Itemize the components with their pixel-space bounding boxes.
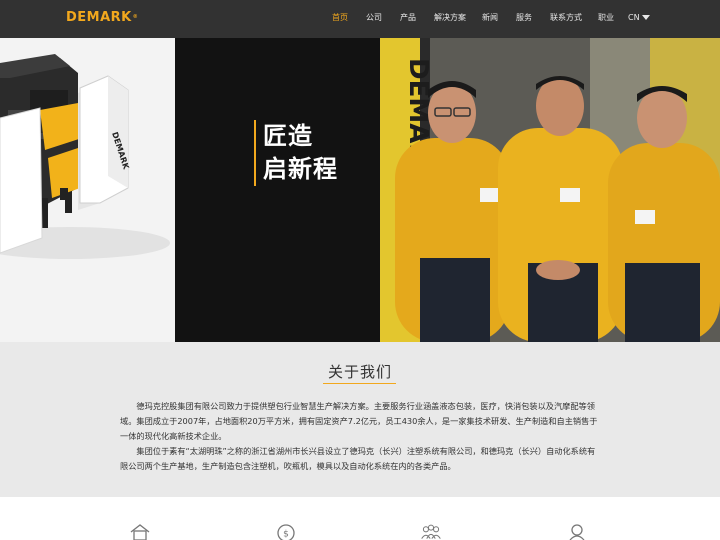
about-paragraph-1: 德玛克控股集团有限公司致力于提供塑包行业智慧生产解决方案。主要服务行业涵盖液态包… bbox=[120, 401, 598, 441]
user-icon[interactable] bbox=[566, 522, 588, 540]
nav-item-contact[interactable]: 联系方式 bbox=[550, 13, 582, 23]
nav-item-home[interactable]: 首页 bbox=[332, 13, 348, 23]
language-selector[interactable]: CN bbox=[628, 13, 640, 23]
headline-line-2: 启新程 bbox=[263, 155, 338, 183]
main-nav: 首页 公司 产品 解决方案 新闻 服务 联系方式 职业 CN bbox=[0, 0, 720, 38]
hero-headline: 匠造 启新程 bbox=[254, 120, 338, 186]
caret-down-icon[interactable] bbox=[642, 15, 650, 20]
about-title: 关于我们 bbox=[327, 363, 392, 381]
svg-text:$: $ bbox=[283, 530, 289, 540]
headline-line-1: 匠造 bbox=[263, 122, 313, 150]
nav-item-news[interactable]: 新闻 bbox=[482, 13, 498, 23]
machine-image: DEMARK bbox=[0, 38, 175, 342]
about-title-underline bbox=[323, 383, 396, 384]
home-icon[interactable] bbox=[129, 522, 151, 540]
hero-carousel[interactable]: DEMARK DEMARK 匠造 启新程 bbox=[0, 38, 720, 342]
nav-item-solutions[interactable]: 解决方案 bbox=[434, 13, 466, 23]
about-body: 德玛克控股集团有限公司致力于提供塑包行业智慧生产解决方案。主要服务行业涵盖液态包… bbox=[120, 399, 600, 474]
nav-item-service[interactable]: 服务 bbox=[516, 13, 532, 23]
top-navbar: DEMARK ® 首页 公司 产品 解决方案 新闻 服务 联系方式 职业 CN bbox=[0, 0, 720, 38]
hero-dark-panel bbox=[175, 38, 380, 342]
nav-item-company[interactable]: 公司 bbox=[366, 13, 382, 23]
about-paragraph-2: 集团位于素有“太湖明珠”之称的浙江省湖州市长兴县设立了德玛克（长兴）注塑系统有限… bbox=[120, 446, 596, 471]
injection-machine-illustration: DEMARK bbox=[0, 38, 175, 342]
team-photo-illustration: DEMARK bbox=[380, 38, 720, 342]
team-icon[interactable] bbox=[420, 522, 442, 540]
team-photo: DEMARK bbox=[380, 38, 720, 342]
dollar-coin-icon[interactable]: $ bbox=[275, 522, 297, 540]
nav-item-products[interactable]: 产品 bbox=[400, 13, 416, 23]
nav-item-careers[interactable]: 职业 bbox=[598, 13, 614, 23]
about-section: 关于我们 德玛克控股集团有限公司致力于提供塑包行业智慧生产解决方案。主要服务行业… bbox=[0, 342, 720, 497]
